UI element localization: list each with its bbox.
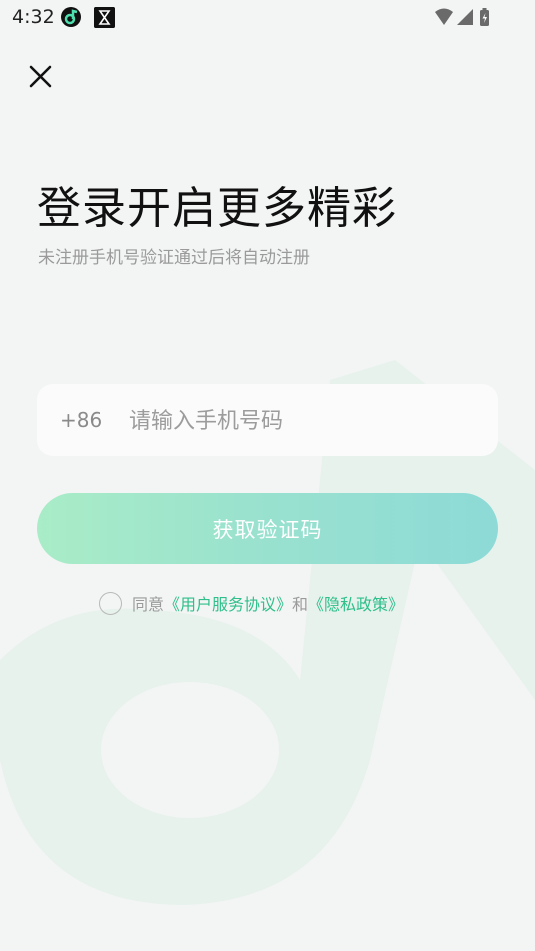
signal-icon — [457, 9, 473, 25]
phone-number-input[interactable] — [127, 396, 471, 446]
agreement-and: 和 — [292, 595, 309, 614]
battery-icon — [480, 8, 489, 26]
wifi-icon — [435, 8, 453, 25]
agreement-row: 同意 《用户服务协议》 和 《隐私政策》 — [99, 590, 404, 616]
status-bar: 4:32 — [0, 0, 535, 36]
agreement-prefix: 同意 — [132, 595, 165, 614]
status-indicators — [435, 8, 489, 26]
close-button[interactable] — [26, 62, 56, 92]
status-time: 4:32 — [12, 6, 55, 28]
background-logo-watermark — [0, 360, 535, 905]
phone-input-container: +86 — [37, 384, 498, 456]
country-code[interactable]: +86 — [60, 408, 102, 432]
agreement-checkbox[interactable] — [99, 591, 122, 615]
hourglass-icon — [94, 7, 115, 28]
page-subtitle: 未注册手机号验证通过后将自动注册 — [38, 248, 310, 268]
page-title: 登录开启更多精彩 — [37, 183, 397, 234]
user-agreement-link[interactable]: 《用户服务协议》 — [164, 591, 292, 615]
get-verification-code-button[interactable]: 获取验证码 — [37, 493, 498, 564]
close-icon — [29, 65, 52, 88]
privacy-policy-link[interactable]: 《隐私政策》 — [308, 591, 404, 615]
music-app-icon — [61, 7, 81, 27]
